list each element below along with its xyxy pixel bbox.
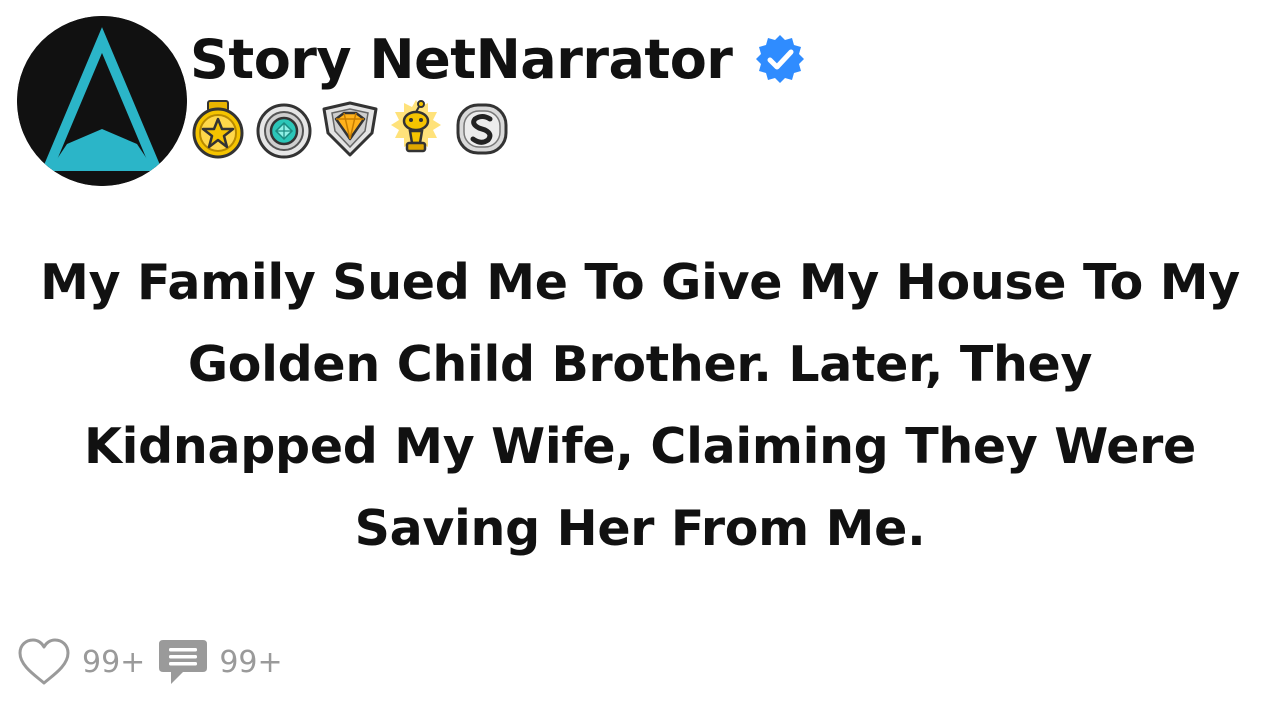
- silver-s-medal-icon: [456, 103, 508, 155]
- post-card: Story NetNarrator My Family Sued Me To G…: [0, 0, 1280, 720]
- author-username[interactable]: Story NetNarrator: [190, 28, 733, 91]
- comments-count: 99+: [219, 644, 283, 680]
- verified-check-icon: [756, 35, 805, 83]
- likes-count: 99+: [82, 644, 146, 680]
- heart-icon[interactable]: [16, 636, 72, 688]
- golden-trophy-snoo-icon: [391, 100, 441, 153]
- award-badges: [188, 98, 512, 160]
- teal-gem-medal-icon: [256, 103, 312, 159]
- post-title: My Family Sued Me To Give My House To My…: [40, 254, 1240, 557]
- author-header: Story NetNarrator: [190, 22, 806, 96]
- gold-diamond-shield-medal-icon: [322, 101, 378, 157]
- triangle-logo-icon: [17, 16, 187, 186]
- gold-star-medal-icon: [192, 100, 244, 159]
- post-stats: 99+ 99+: [16, 632, 295, 692]
- avatar[interactable]: [17, 16, 187, 186]
- comment-icon[interactable]: [157, 636, 209, 688]
